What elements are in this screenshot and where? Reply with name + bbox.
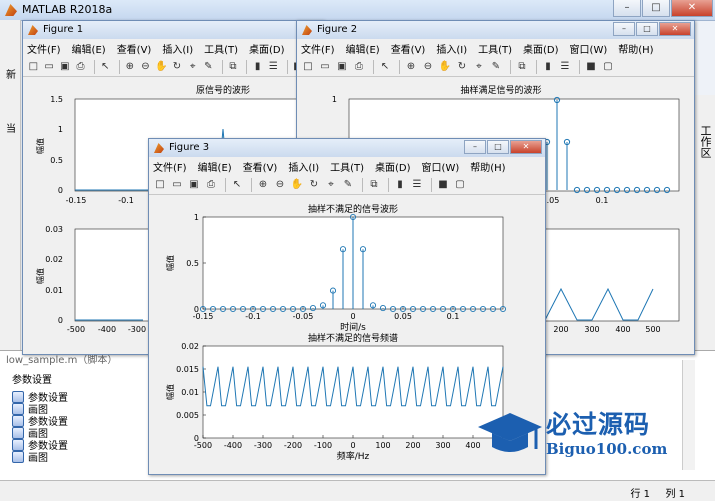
x-tick-label: -0.1: [118, 196, 134, 205]
current-folder-fragment: 当: [6, 124, 16, 135]
x-tick-label: 300: [435, 441, 450, 450]
x-tick-label: 200: [553, 325, 568, 334]
y-tick-label: 0.01: [45, 286, 63, 295]
y-tick-label: 0.5: [50, 156, 63, 165]
axes-title: 抽样满足信号的波形: [460, 84, 541, 96]
y-tick-label: 0.005: [176, 411, 199, 420]
y-tick-label: 0: [58, 316, 63, 325]
section-icon: [12, 450, 24, 463]
y-tick-label: 0.02: [45, 255, 63, 264]
panel-heading: 参数设置: [12, 375, 52, 386]
x-tick-label: -400: [224, 441, 242, 450]
axes-title: 抽样不满足的信号波形: [308, 203, 398, 215]
status-bar: 行 1 列 1: [0, 480, 715, 501]
y-tick-label: 0.02: [181, 342, 199, 351]
axes-title: 抽样不满足的信号频谱: [308, 332, 398, 344]
x-tick-label: 0.05: [394, 312, 412, 321]
y-tick-label: 0.5: [186, 259, 199, 268]
x-tick-label: -300: [254, 441, 272, 450]
list-item[interactable]: 画图: [12, 449, 48, 464]
y-tick-label: 0: [194, 305, 199, 314]
x-tick-label: .05: [547, 196, 560, 205]
x-tick-label: 400: [615, 325, 630, 334]
x-tick-label: 300: [584, 325, 599, 334]
maximize-button[interactable]: □: [642, 0, 670, 17]
x-tick-label: -0.15: [66, 196, 87, 205]
y-axis-label: 幅值: [165, 255, 175, 271]
toolstrip-fragment: 新: [6, 70, 16, 81]
y-tick-label: 0.015: [176, 365, 199, 374]
y-tick-label: 1.5: [50, 95, 63, 104]
x-tick-label: 0.1: [447, 312, 460, 321]
x-tick-label: 0: [350, 312, 355, 321]
y-axis-label: 幅值: [165, 384, 175, 400]
matlab-title-bar: MATLAB R2018a – □ ✕: [0, 0, 715, 21]
x-tick-label: 500: [645, 325, 660, 334]
y-tick-label: 0.03: [45, 225, 63, 234]
x-tick-label: -100: [314, 441, 332, 450]
x-axis-label: 频率/Hz: [337, 450, 370, 462]
close-button[interactable]: ✕: [671, 0, 713, 17]
status-row: 行 1: [630, 489, 650, 500]
y-tick-label: 1: [58, 125, 63, 134]
matlab-left-strip: 新 当: [0, 20, 21, 370]
x-tick-label: 100: [375, 441, 390, 450]
y-tick-label: 1: [332, 95, 337, 104]
y-tick-label: 1: [194, 213, 199, 222]
x-tick-label: -300: [128, 325, 146, 334]
plot-area: [202, 345, 504, 439]
workspace-label: 工作区: [699, 125, 712, 158]
y-axis-label: 幅值: [35, 138, 45, 154]
editor-scrollbar[interactable]: [682, 360, 695, 470]
x-tick-label: 0: [350, 441, 355, 450]
y-tick-label: 0: [58, 186, 63, 195]
y-axis-label: 幅值: [35, 268, 45, 284]
x-tick-label: -0.1: [245, 312, 261, 321]
x-tick-label: -500: [67, 325, 85, 334]
x-tick-label: -0.05: [293, 312, 314, 321]
x-tick-label: 0.1: [596, 196, 609, 205]
y-tick-label: 0.01: [181, 388, 199, 397]
watermark-url: Biguo100.com: [546, 440, 668, 458]
watermark: 必过源码 Biguo100.com: [476, 405, 676, 465]
x-tick-label: -200: [284, 441, 302, 450]
matlab-logo-icon: [5, 4, 17, 16]
mortarboard-icon: [478, 413, 542, 452]
y-tick-label: 0: [194, 434, 199, 443]
x-tick-label: -400: [98, 325, 116, 334]
axes-title: 原信号的波形: [196, 84, 250, 96]
minimize-button[interactable]: –: [613, 0, 641, 17]
x-axis-label: 时间/s: [340, 321, 366, 333]
watermark-brand: 必过源码: [546, 410, 651, 439]
x-tick-label: 200: [405, 441, 420, 450]
status-col: 列 1: [665, 489, 685, 500]
matlab-window-title: MATLAB R2018a: [22, 3, 113, 16]
